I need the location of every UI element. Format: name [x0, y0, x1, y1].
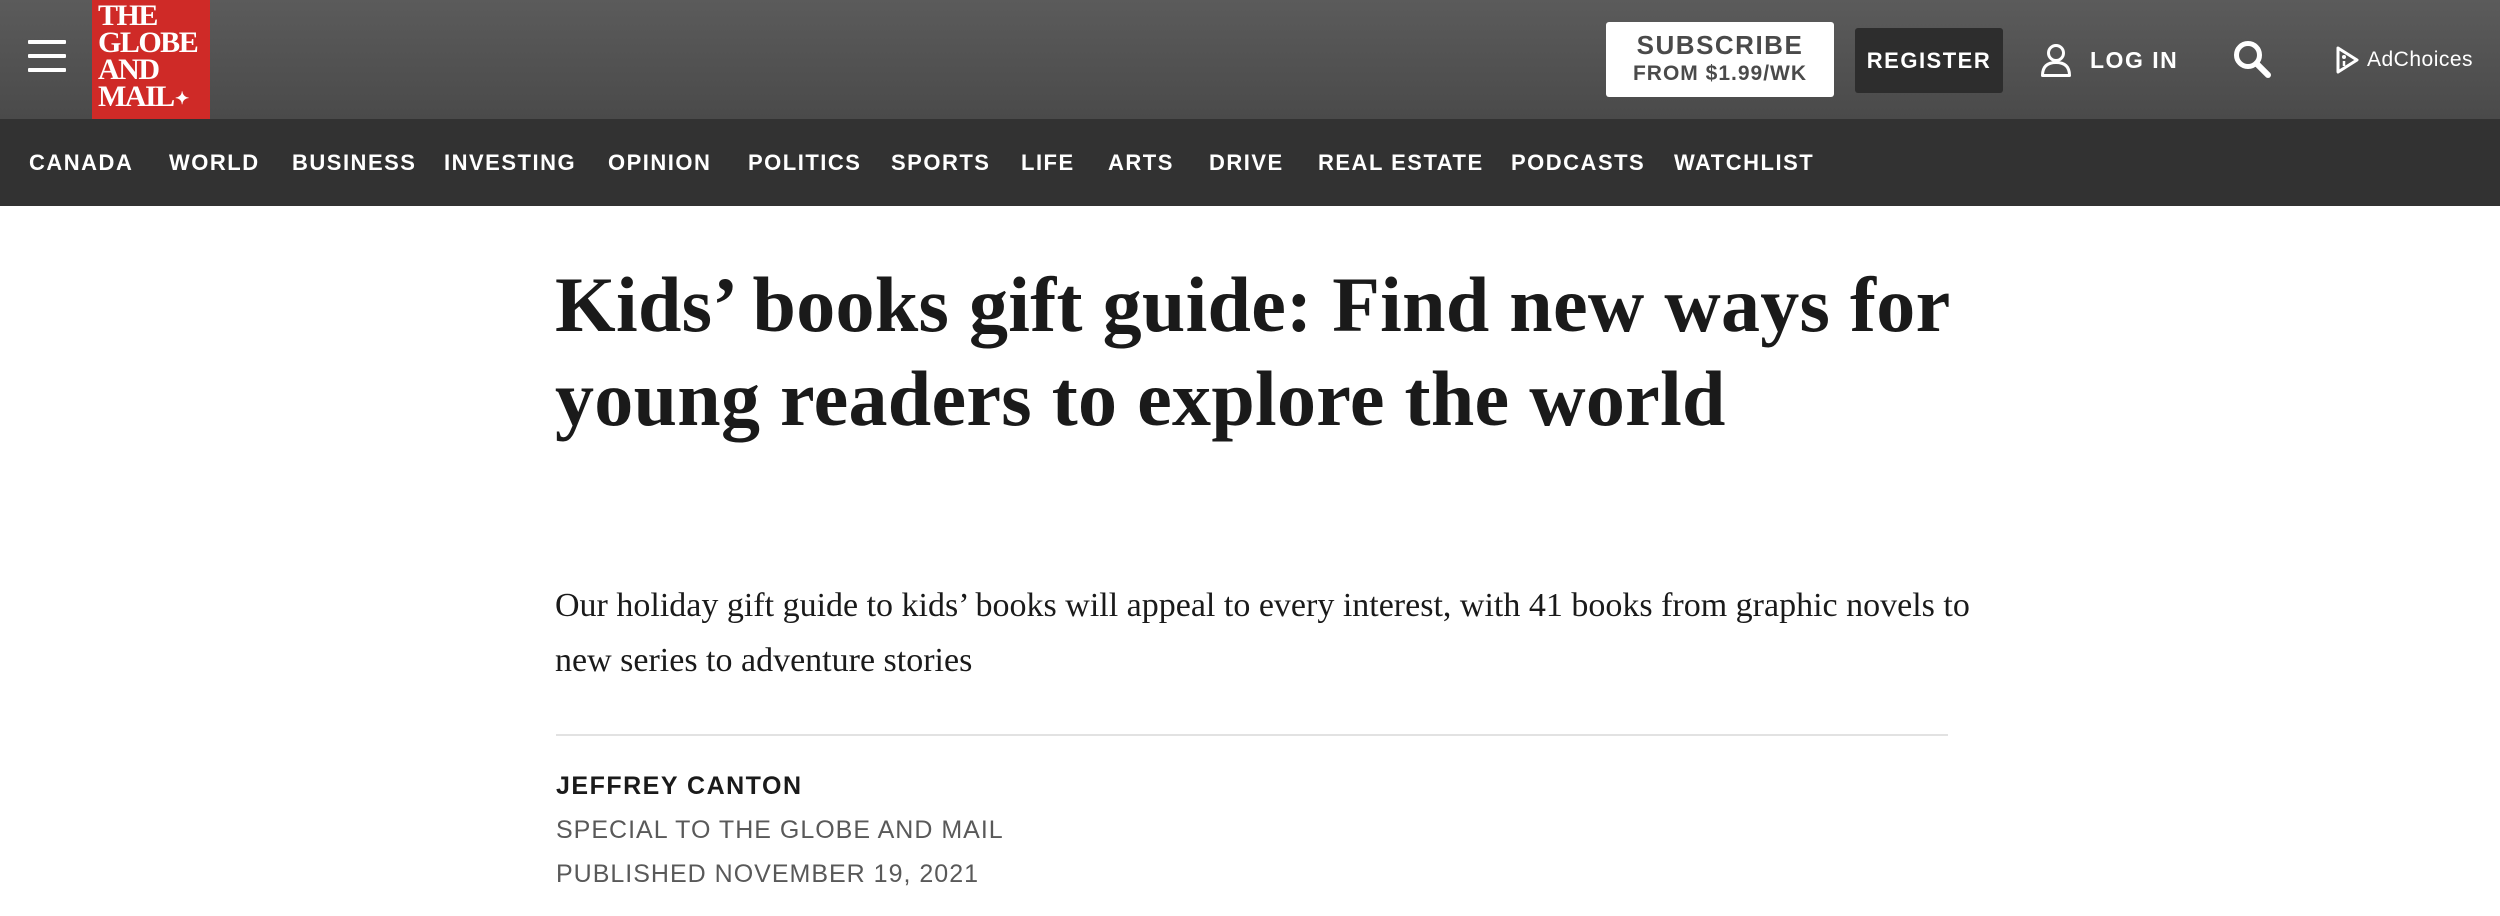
nav-item-life[interactable]: LIFE [1021, 150, 1075, 176]
logo-line: GLOBE [98, 26, 199, 59]
subscribe-label: SUBSCRIBE [1636, 30, 1804, 60]
nav-item-podcasts[interactable]: PODCASTS [1511, 150, 1645, 176]
hamburger-menu-icon[interactable] [28, 40, 66, 74]
author-byline[interactable]: JEFFREY CANTON [556, 772, 803, 801]
adchoices-link[interactable]: AdChoices [2333, 44, 2473, 76]
article-dek: Our holiday gift guide to kids’ books wi… [555, 587, 1970, 679]
login-label: LOG IN [2090, 46, 2179, 73]
nav-item-real-estate[interactable]: REAL ESTATE [1318, 150, 1484, 176]
logo-line: THE [98, 0, 158, 32]
nav-item-arts[interactable]: ARTS [1108, 150, 1174, 176]
nav-item-watchlist[interactable]: WATCHLIST [1674, 150, 1814, 176]
author-affiliation: SPECIAL TO THE GLOBE AND MAIL [556, 816, 1004, 844]
search-icon[interactable] [2233, 40, 2271, 78]
nav-item-politics[interactable]: POLITICS [748, 150, 861, 176]
article-headline: Kids’ books gift guide: Find new ways fo… [555, 261, 1950, 442]
published-date: PUBLISHED NOVEMBER 19, 2021 [556, 860, 979, 888]
login-button[interactable]: LOG IN [2040, 38, 2178, 82]
subscribe-button[interactable]: SUBSCRIBE FROM $1.99/WK [1606, 22, 1834, 97]
top-bar: THE GLOBE AND MAIL ✦ SUBSCRIBE FROM $1.9… [0, 0, 2500, 119]
nav-item-canada[interactable]: CANADA [29, 150, 133, 176]
section-nav: CANADA WORLD BUSINESS INVESTING OPINION … [0, 119, 2500, 206]
adchoices-icon [2336, 46, 2359, 74]
divider [556, 734, 1948, 736]
maple-leaf-icon: ✦ [175, 89, 190, 108]
logo-line: AND [98, 53, 160, 86]
nav-item-opinion[interactable]: OPINION [608, 150, 711, 176]
nav-item-business[interactable]: BUSINESS [292, 150, 416, 176]
nav-item-world[interactable]: WORLD [169, 150, 260, 176]
register-button[interactable]: REGISTER [1855, 28, 2003, 93]
nav-item-investing[interactable]: INVESTING [444, 150, 576, 176]
nav-item-sports[interactable]: SPORTS [891, 150, 990, 176]
globe-and-mail-logo[interactable]: THE GLOBE AND MAIL ✦ [92, 0, 210, 119]
nav-item-drive[interactable]: DRIVE [1209, 150, 1284, 176]
user-icon [2041, 44, 2071, 77]
logo-line: MAIL [98, 80, 175, 113]
adchoices-label: AdChoices [2367, 48, 2474, 71]
subscribe-price: FROM $1.99/WK [1632, 62, 1808, 85]
